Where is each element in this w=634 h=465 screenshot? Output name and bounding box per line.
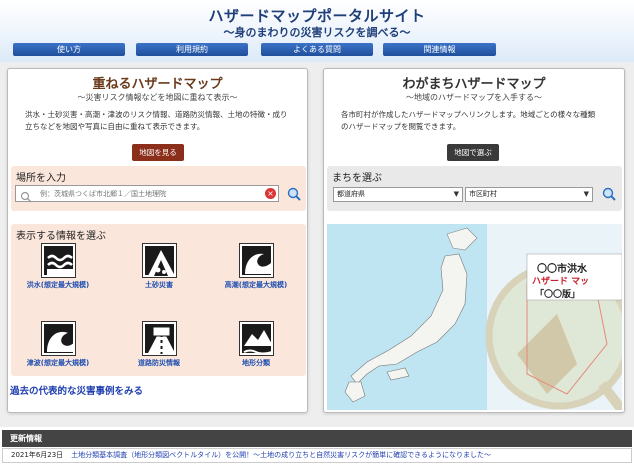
past-disasters-link[interactable]: 過去の代表的な災害事例をみる	[10, 383, 143, 397]
sign-line3: 「〇〇版」	[535, 290, 581, 300]
hazard-item-storm-surge[interactable]: 高潮(想定最大規模)	[218, 243, 294, 290]
site-title: ハザードマップポータルサイト	[208, 7, 426, 25]
prefecture-select-value: 都道府県	[337, 190, 365, 198]
road-disaster-icon	[141, 321, 177, 356]
news-header: 更新情報	[2, 430, 632, 447]
left-panel-description: 洪水・土砂災害・高潮・津波のリスク情報、道路防災情報、土地の特徴・成り 立ちなど…	[25, 109, 295, 133]
site-subtitle: ～身のまわりの災害リスクを調べる～	[223, 26, 411, 39]
news-link[interactable]: 土地分類基本調査（地形分類図ベクトルタイル）を公開！～土地の成り立ちと自然災害リ…	[71, 451, 491, 459]
hazard-item-flood[interactable]: 洪水(想定最大規模)	[20, 243, 96, 290]
town-title: まちを選ぶ	[332, 173, 382, 184]
right-desc-line2: のハザードマップを閲覧できます。	[341, 122, 461, 131]
prefecture-select[interactable]: 都道府県 ▼	[333, 187, 463, 202]
nav-faq[interactable]: よくある質問	[261, 43, 373, 56]
sign-line1: 〇〇市洪水	[537, 264, 587, 275]
overlay-hazard-map-panel: 重ねるハザードマップ ～災害リスク情報などを地図に重ねて表示～ 洪水・土砂災害・…	[7, 68, 308, 413]
news-date: 2021年6月23日	[11, 451, 64, 459]
left-panel-title: 重ねるハザードマップ	[92, 77, 223, 92]
right-desc-line1: 各市町村が作成したハザードマップへリンクします。地域ごとの様々な種類	[341, 110, 596, 119]
search-icon[interactable]	[287, 186, 301, 201]
flood-icon	[40, 243, 76, 278]
hazard-item-landform[interactable]: 地形分類	[218, 321, 294, 368]
location-section: 場所を入力 ×	[11, 166, 306, 211]
hazard-item-landslide[interactable]: 土砂災害	[121, 243, 197, 290]
right-panel-title: わがまちハザードマップ	[402, 77, 546, 92]
sign-line2: ハザード マッ	[532, 277, 590, 287]
tsunami-icon	[40, 321, 76, 356]
hazard-label-landform: 地形分類	[242, 359, 270, 367]
nav-related[interactable]: 関連情報	[383, 43, 496, 56]
search-magnifier-icon	[20, 188, 32, 203]
city-select[interactable]: 市区町村 ▼	[465, 187, 593, 202]
clear-icon[interactable]: ×	[265, 188, 276, 199]
left-desc-line1: 洪水・土砂災害・高潮・津波のリスク情報、道路防災情報、土地の特徴・成り	[25, 110, 288, 119]
nav-how-to-use[interactable]: 使い方	[13, 43, 125, 56]
right-panel-subtitle: ～地域のハザードマップを入手する～	[406, 93, 542, 102]
hazard-label-road: 道路防災情報	[138, 359, 180, 367]
hazard-label-tsunami: 津波(想定最大規模)	[26, 359, 90, 367]
city-select-value: 市区町村	[469, 190, 497, 198]
chevron-down-icon: ▼	[453, 190, 459, 198]
news-row: 2021年6月23日 土地分類基本調査（地形分類図ベクトルタイル）を公開！～土地の…	[2, 448, 632, 463]
view-map-button[interactable]: 地図を見る	[132, 144, 184, 161]
chevron-down-icon: ▼	[583, 190, 589, 198]
nav-terms[interactable]: 利用規約	[136, 43, 248, 56]
town-search-icon[interactable]	[602, 186, 616, 201]
site-header: ハザードマップポータルサイト ～身のまわりの災害リスクを調べる～ 使い方 利用規…	[0, 0, 634, 62]
left-panel-subtitle: ～災害リスク情報などを地図に重ねて表示～	[77, 93, 238, 102]
japan-map-illustration: 〇〇市洪水 ハザード マッ 「〇〇版」	[327, 224, 622, 410]
location-search-input[interactable]	[15, 185, 279, 202]
hazard-label-landslide: 土砂災害	[145, 281, 173, 289]
storm-surge-icon	[238, 243, 274, 278]
landslide-icon	[141, 243, 177, 278]
select-on-map-button[interactable]: 地図で選ぶ	[447, 144, 499, 161]
location-title: 場所を入力	[16, 173, 66, 184]
local-hazard-map-panel: わがまちハザードマップ ～地域のハザードマップを入手する～ 各市町村が作成したハ…	[323, 68, 625, 413]
right-panel-description: 各市町村が作成したハザードマップへリンクします。地域ごとの様々な種類 のハザード…	[341, 109, 611, 133]
hazard-label-flood: 洪水(想定最大規模)	[26, 281, 90, 289]
landform-icon	[238, 321, 274, 356]
hazard-label-storm-surge: 高潮(想定最大規模)	[224, 281, 288, 289]
info-title: 表示する情報を選ぶ	[16, 231, 106, 242]
hazard-item-tsunami[interactable]: 津波(想定最大規模)	[20, 321, 96, 368]
hazard-item-road[interactable]: 道路防災情報	[121, 321, 197, 368]
left-desc-line2: 立ちなどを地図や写真に自由に重ねて表示できます。	[25, 122, 205, 131]
